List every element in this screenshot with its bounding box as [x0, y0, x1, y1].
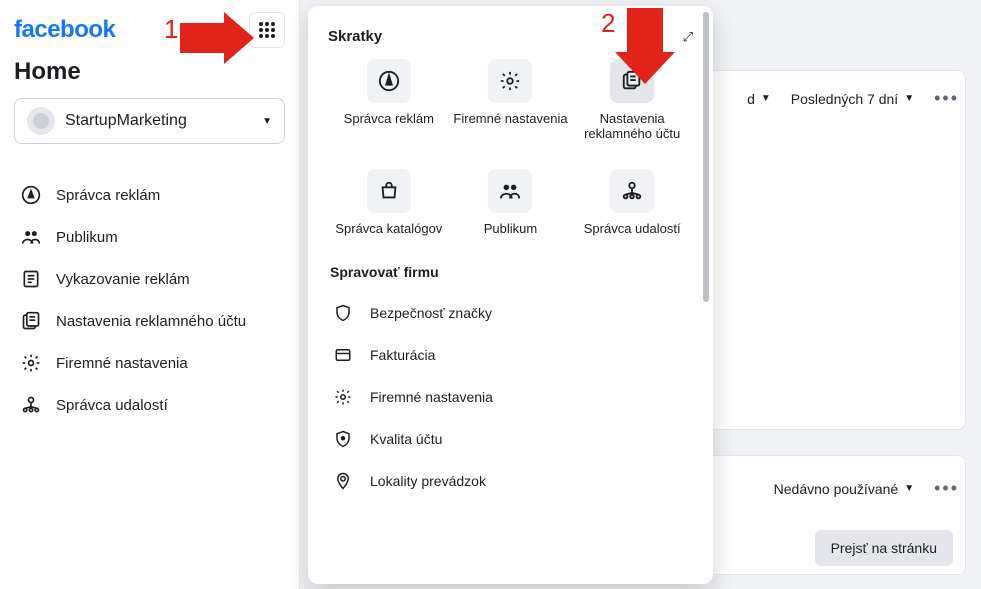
link-label: Kvalita účtu: [370, 431, 442, 447]
popover-section-title: Spravovať firmu: [330, 264, 693, 280]
compass-icon: [20, 184, 42, 206]
location-icon: [332, 470, 354, 492]
sidebar-item-label: Firemné nastavenia: [56, 355, 188, 372]
recent-label: Nedávno používané: [774, 481, 899, 497]
shortcut-grid: Správca reklám Firemné nastavenia Nastav…: [328, 59, 693, 236]
sidebar-item-business-settings[interactable]: Firemné nastavenia: [14, 342, 285, 384]
shortcut-business-settings[interactable]: Firemné nastavenia: [450, 59, 572, 141]
chevron-down-icon: ▼: [761, 93, 771, 104]
sidebar-item-label: Nastavenia reklamného účtu: [56, 313, 246, 330]
link-brand-safety[interactable]: Bezpečnosť značky: [328, 292, 693, 334]
sidebar-item-account-settings[interactable]: Nastavenia reklamného účtu: [14, 300, 285, 342]
more-button[interactable]: •••: [934, 88, 959, 109]
shortcut-catalogs[interactable]: Správca katalógov: [328, 169, 450, 236]
events-icon: [20, 394, 42, 416]
sidebar-item-label: Správca udalostí: [56, 397, 168, 414]
sidebar: facebook Home StartupMarketing ▼ Správca…: [0, 0, 300, 589]
main-area: d ▼ Posledných 7 dní ▼ ••• Nedávno použí…: [300, 0, 981, 589]
shortcut-label: Publikum: [484, 221, 537, 236]
account-selector[interactable]: StartupMarketing ▼: [14, 98, 285, 144]
annotation-label-1: 1: [164, 14, 178, 45]
shortcut-label: Firemné nastavenia: [453, 111, 567, 126]
audience-icon: [20, 226, 42, 248]
annotation-label-2: 2: [601, 8, 615, 39]
facebook-logo: facebook: [14, 16, 115, 44]
sidebar-item-audience[interactable]: Publikum: [14, 216, 285, 258]
chevron-down-icon: ▼: [262, 116, 272, 127]
compass-icon: [378, 70, 400, 92]
avatar: [27, 107, 55, 135]
apps-popover: Skratky ⤢ Správca reklám Firemné nastave…: [308, 6, 713, 584]
shortcut-events-manager[interactable]: Správca udalostí: [571, 169, 693, 236]
popover-title: Skratky: [328, 28, 382, 45]
sidebar-item-label: Správca reklám: [56, 187, 160, 204]
account-name: StartupMarketing: [65, 112, 187, 130]
date-range-dropdown[interactable]: Posledných 7 dní ▼: [791, 91, 914, 107]
gear-icon: [332, 386, 354, 408]
annotation-arrow-2: [615, 8, 675, 84]
link-label: Firemné nastavenia: [370, 389, 493, 405]
chevron-down-icon: ▼: [904, 483, 914, 494]
app-grid-button[interactable]: [249, 12, 285, 48]
sidebar-nav: Správca reklám Publikum Vykazovanie rekl…: [14, 174, 285, 426]
shortcut-label: Správca katalógov: [335, 221, 442, 236]
link-label: Bezpečnosť značky: [370, 305, 492, 321]
report-icon: [20, 268, 42, 290]
sidebar-item-label: Publikum: [56, 229, 118, 246]
more-button[interactable]: •••: [934, 478, 959, 499]
link-store-locations[interactable]: Lokality prevádzok: [328, 460, 693, 502]
chevron-down-icon: ▼: [904, 93, 914, 104]
events-icon: [621, 180, 643, 202]
shield-icon: [332, 302, 354, 324]
link-label: Lokality prevádzok: [370, 473, 486, 489]
sidebar-item-ads-manager[interactable]: Správca reklám: [14, 174, 285, 216]
goto-page-button[interactable]: Prejsť na stránku: [815, 530, 953, 566]
shortcut-label: Správca udalostí: [584, 221, 681, 236]
audience-icon: [499, 180, 521, 202]
link-business-settings[interactable]: Firemné nastavenia: [328, 376, 693, 418]
shortcut-label: Nastavenia reklamného účtu: [571, 111, 693, 141]
gear-icon: [499, 70, 521, 92]
grid-icon: [258, 21, 276, 39]
link-billing[interactable]: Fakturácia: [328, 334, 693, 376]
recent-dropdown[interactable]: Nedávno používané ▼: [774, 481, 914, 497]
expand-icon[interactable]: ⤢: [683, 29, 693, 45]
link-label: Fakturácia: [370, 347, 435, 363]
quality-icon: [332, 428, 354, 450]
account-settings-icon: [20, 310, 42, 332]
scrollbar[interactable]: [703, 12, 709, 302]
catalog-icon: [378, 180, 400, 202]
shortcut-label: Správca reklám: [344, 111, 434, 126]
dropdown-unknown[interactable]: d ▼: [747, 91, 771, 107]
popover-link-list: Bezpečnosť značky Fakturácia Firemné nas…: [328, 292, 693, 502]
gear-icon: [20, 352, 42, 374]
sidebar-item-events-manager[interactable]: Správca udalostí: [14, 384, 285, 426]
annotation-arrow-1: [180, 12, 254, 64]
shortcut-audience[interactable]: Publikum: [450, 169, 572, 236]
sidebar-item-label: Vykazovanie reklám: [56, 271, 190, 288]
date-range-label: Posledných 7 dní: [791, 91, 898, 107]
link-account-quality[interactable]: Kvalita účtu: [328, 418, 693, 460]
dropdown-label: d: [747, 91, 755, 107]
shortcut-ads-manager[interactable]: Správca reklám: [328, 59, 450, 141]
sidebar-item-reporting[interactable]: Vykazovanie reklám: [14, 258, 285, 300]
billing-icon: [332, 344, 354, 366]
